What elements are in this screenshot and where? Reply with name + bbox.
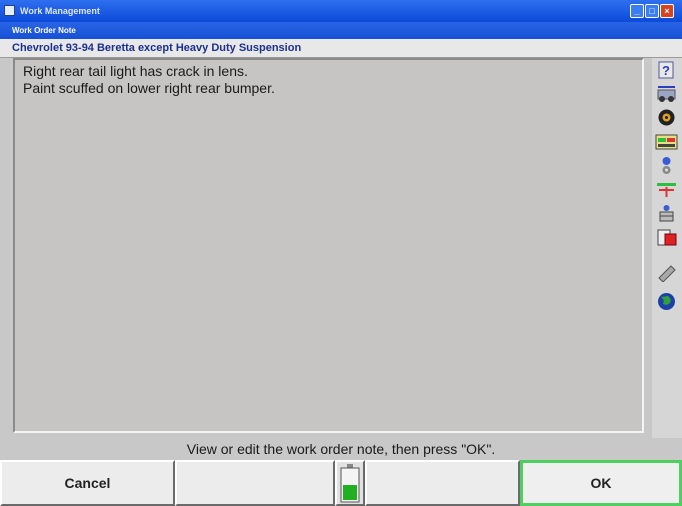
window-title-bar: Work Management _ □ × xyxy=(0,0,682,22)
vehicle-specs-icon[interactable] xyxy=(655,84,678,103)
dialog-header: Work Order Note xyxy=(0,22,682,39)
instruction-text: View or edit the work order note, then p… xyxy=(0,438,682,460)
globe-icon[interactable] xyxy=(655,292,678,311)
cancel-button[interactable]: Cancel xyxy=(0,460,175,506)
vehicle-label: Chevrolet 93-94 Beretta except Heavy Dut… xyxy=(12,42,302,54)
help-icon[interactable]: ? xyxy=(655,60,678,79)
vehicle-info-bar: Chevrolet 93-94 Beretta except Heavy Dut… xyxy=(0,39,682,58)
work-order-note-editor[interactable]: Right rear tail light has crack in lens.… xyxy=(13,58,644,433)
alignment-meter-icon[interactable] xyxy=(655,132,678,151)
note-icon[interactable] xyxy=(655,263,678,282)
level-indicator-icon xyxy=(340,464,360,503)
softkey-blank-1[interactable] xyxy=(175,460,335,506)
dialog-title: Work Order Note xyxy=(12,26,76,35)
softkey-blank-2[interactable] xyxy=(365,460,520,506)
wheel-icon[interactable] xyxy=(655,108,678,127)
ok-button[interactable]: OK xyxy=(520,460,682,506)
svg-text:?: ? xyxy=(662,63,670,78)
close-button[interactable]: × xyxy=(660,4,674,18)
sensor-icon[interactable] xyxy=(655,156,678,175)
minimize-button[interactable]: _ xyxy=(630,4,644,18)
measurement-icon[interactable] xyxy=(655,204,678,223)
app-icon xyxy=(4,5,15,16)
window-title: Work Management xyxy=(20,6,100,16)
report-icon[interactable] xyxy=(655,228,678,247)
side-toolbar: ? xyxy=(652,58,682,438)
maximize-button[interactable]: □ xyxy=(645,4,659,18)
adjust-icon[interactable] xyxy=(655,180,678,199)
